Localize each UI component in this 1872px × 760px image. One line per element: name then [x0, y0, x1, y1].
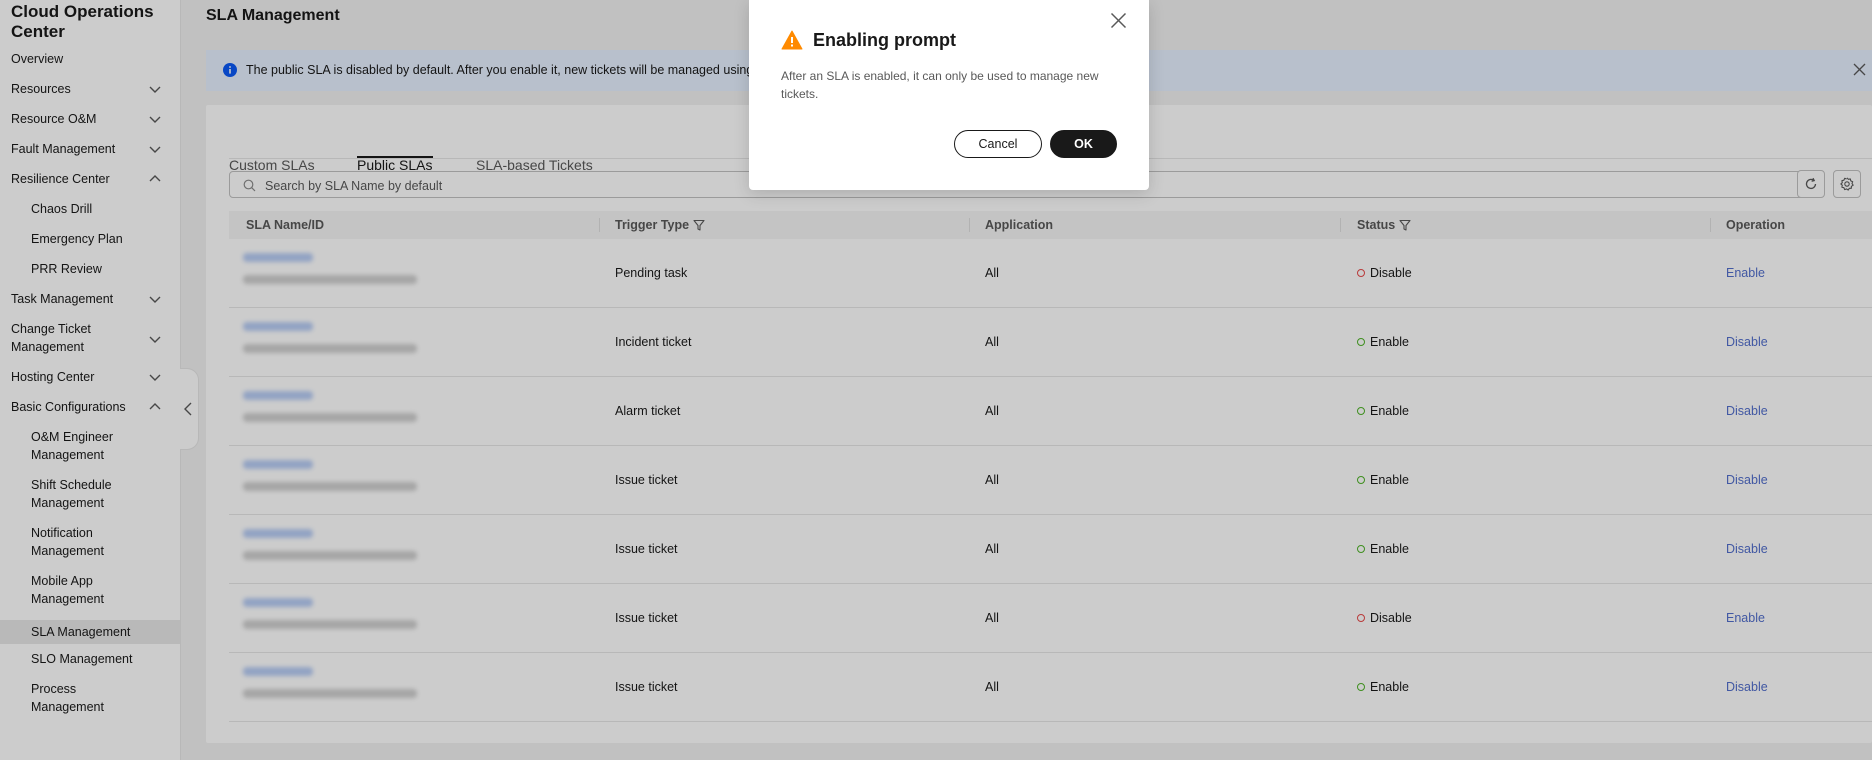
ok-button[interactable]: OK: [1050, 130, 1117, 158]
dialog-message: After an SLA is enabled, it can only be …: [781, 69, 1099, 101]
warning-icon: [781, 30, 803, 50]
cancel-button[interactable]: Cancel: [954, 130, 1042, 158]
enabling-prompt-dialog: Enabling prompt After an SLA is enabled,…: [749, 0, 1149, 190]
close-icon[interactable]: [1110, 12, 1127, 29]
dialog-title: Enabling prompt: [813, 30, 956, 50]
